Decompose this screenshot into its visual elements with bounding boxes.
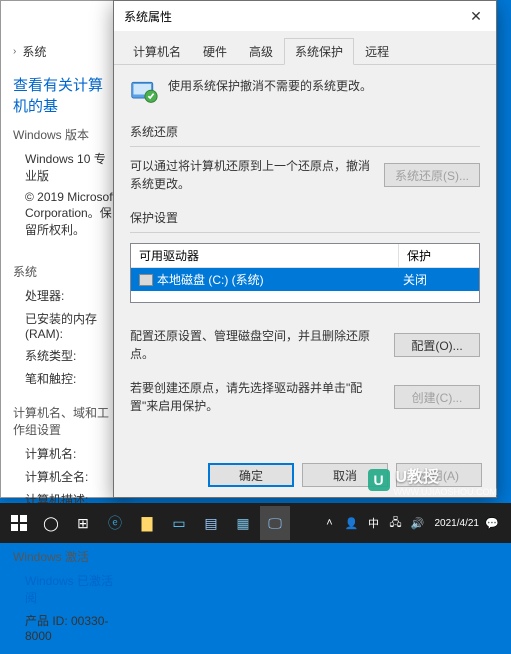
system-protection-icon (130, 77, 158, 105)
tab-advanced[interactable]: 高级 (238, 38, 284, 65)
taskbar-app-explorer[interactable]: ▇ (132, 506, 162, 540)
product-id: 产品 ID: 00330-8000 (13, 609, 117, 646)
search-icon: ◯ (43, 515, 59, 532)
pictures-icon: ▦ (236, 515, 249, 532)
store-icon: ▭ (172, 515, 185, 532)
dialog-title-text: 系统属性 (124, 8, 172, 25)
edition-text: Windows 10 专业版 (13, 147, 117, 187)
tray-overflow-icon[interactable]: ˄ (321, 517, 339, 529)
fullname-label: 计算机全名: (13, 465, 117, 488)
windows-icon (11, 515, 27, 531)
crumb-system: 系统 (22, 43, 46, 60)
ram-label: 已安装的内存(RAM): (13, 307, 117, 344)
tab-remote[interactable]: 远程 (354, 38, 400, 65)
breadcrumb[interactable]: › 系统 (13, 39, 117, 64)
activation-heading: Windows 激活 (13, 548, 117, 565)
drive-row-c[interactable]: 本地磁盘 (C:) (系统) 关闭 (131, 268, 479, 291)
system-tray[interactable]: ˄ 👤 中 🖧 🔊 2021/4/21 💬 (321, 514, 508, 533)
pen-label: 笔和触控: (13, 367, 117, 390)
col-protection[interactable]: 保护 (399, 244, 479, 267)
copyright-text: © 2019 Microsoft Corporation。保留所权利。 (13, 187, 117, 241)
drive-name: 本地磁盘 (C:) (系统) (157, 271, 264, 288)
protection-settings-group: 保护设置 可用驱动器 保护 本地磁盘 (C:) (系统) 关闭 (130, 209, 480, 415)
configure-button[interactable]: 配置(O)... (394, 333, 480, 357)
winver-heading: Windows 版本 (13, 126, 117, 143)
create-desc: 若要创建还原点，请先选择驱动器并单击"配置"来启用保护。 (130, 379, 382, 415)
bg-titlebar (1, 1, 129, 31)
taskbar-date: 2021/4/21 (435, 518, 480, 529)
close-icon: ✕ (470, 8, 482, 25)
tab-system-protection[interactable]: 系统保护 (284, 38, 354, 65)
protection-settings-label: 保护设置 (130, 209, 480, 226)
systype-label: 系统类型: (13, 344, 117, 367)
monitor-icon: 🖵 (268, 515, 282, 532)
watermark-logo-icon: U (368, 469, 390, 491)
volume-icon[interactable]: 🔊 (409, 517, 427, 530)
action-center-icon[interactable]: 💬 (483, 517, 501, 530)
system-restore-label: 系统还原 (130, 123, 480, 140)
tab-hardware[interactable]: 硬件 (192, 38, 238, 65)
system-properties-dialog: 系统属性 ✕ 计算机名 硬件 高级 系统保护 远程 使用系统保护撤消不需要的系统… (113, 0, 497, 498)
taskview-icon: ⊞ (77, 515, 89, 532)
system-restore-group: 系统还原 可以通过将计算机还原到上一个还原点，撤消系统更改。 系统还原(S)..… (130, 123, 480, 193)
chevron-right-icon: › (13, 46, 16, 57)
taskview-button[interactable]: ⊞ (68, 506, 98, 540)
drive-list-header: 可用驱动器 保护 (131, 244, 479, 268)
watermark-url: WWW.UJIAOSHOU.COM (394, 487, 498, 497)
computer-domain-heading: 计算机名、域和工作组设置 (13, 404, 117, 438)
close-button[interactable]: ✕ (456, 1, 496, 31)
intro-text: 使用系统保护撤消不需要的系统更改。 (168, 77, 480, 95)
restore-desc: 可以通过将计算机还原到上一个还原点，撤消系统更改。 (130, 157, 372, 193)
taskbar-app-edge[interactable]: ⓔ (100, 506, 130, 540)
tab-computer-name[interactable]: 计算机名 (122, 38, 192, 65)
taskbar-app-pictures[interactable]: ▦ (228, 506, 258, 540)
ok-button[interactable]: 确定 (208, 463, 294, 487)
network-icon[interactable]: 🖧 (387, 514, 405, 533)
drive-status: 关闭 (399, 268, 479, 291)
taskbar[interactable]: ◯ ⊞ ⓔ ▇ ▭ ▤ ▦ 🖵 ˄ 👤 中 🖧 🔊 2021/4/21 💬 (0, 503, 511, 543)
disk-icon (139, 274, 153, 286)
create-restore-point-button[interactable]: 创建(C)... (394, 385, 480, 409)
system-restore-button[interactable]: 系统还原(S)... (384, 163, 480, 187)
pcname-label: 计算机名: (13, 442, 117, 465)
edge-icon: ⓔ (108, 513, 122, 533)
taskbar-app-controlpanel[interactable]: ▤ (196, 506, 226, 540)
system-about-window: › 系统 查看有关计算机的基 Windows 版本 Windows 10 专业版… (0, 0, 130, 498)
tabstrip: 计算机名 硬件 高级 系统保护 远程 (114, 31, 496, 65)
configure-desc: 配置还原设置、管理磁盘空间，并且删除还原点。 (130, 327, 382, 363)
control-panel-icon: ▤ (204, 515, 217, 532)
taskbar-app-store[interactable]: ▭ (164, 506, 194, 540)
dialog-titlebar[interactable]: 系统属性 ✕ (114, 1, 496, 31)
people-icon[interactable]: 👤 (343, 517, 361, 530)
watermark-brand: U教授 (396, 463, 498, 487)
taskbar-clock[interactable]: 2021/4/21 (435, 518, 480, 529)
start-button[interactable] (4, 506, 34, 540)
system-heading: 系统 (13, 263, 117, 280)
folder-icon: ▇ (142, 515, 153, 532)
ime-icon[interactable]: 中 (365, 515, 383, 531)
taskbar-app-system[interactable]: 🖵 (260, 506, 290, 540)
watermark: U U教授 WWW.UJIAOSHOU.COM (368, 463, 498, 497)
activation-status: Windows 已激活 阅 (13, 569, 117, 609)
col-drive[interactable]: 可用驱动器 (131, 244, 399, 267)
page-title: 查看有关计算机的基 (13, 74, 117, 116)
cpu-label: 处理器: (13, 284, 117, 307)
drive-list[interactable]: 可用驱动器 保护 本地磁盘 (C:) (系统) 关闭 (130, 243, 480, 303)
search-button[interactable]: ◯ (36, 506, 66, 540)
